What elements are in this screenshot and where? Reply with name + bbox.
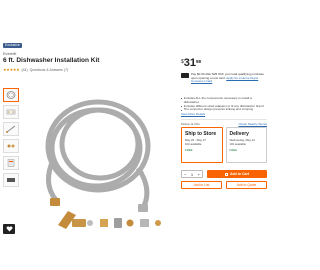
fittings-image (58, 211, 161, 229)
option-title: Ship to Store (185, 131, 217, 137)
pickup-label: Pickup at Orlo (181, 122, 200, 126)
add-to-list-button[interactable]: Add to List (181, 181, 222, 189)
thumb-hose-coil[interactable] (3, 88, 19, 102)
credit-card-icon (181, 73, 189, 78)
quantity-value[interactable]: 1 (191, 172, 193, 177)
price-cents: 98 (196, 59, 202, 64)
add-to-cart-label: Add to Cart (229, 172, 250, 176)
view-more-details-link[interactable]: View More Details (181, 112, 267, 116)
rating-stars[interactable]: ★★★★★ (3, 67, 20, 72)
option-availability: 102 available (185, 141, 202, 146)
option-ship-to-store[interactable]: Ship to Store May 26 - May 27 102 availa… (181, 127, 223, 163)
rating-row[interactable]: ★★★★★ (44) Questions & Answers (7) (3, 67, 68, 72)
product-image[interactable] (34, 88, 166, 218)
bullet-icon (181, 105, 183, 108)
purchase-row: − 1 + Add to Cart (181, 170, 267, 178)
save-favorite-button[interactable] (3, 224, 15, 234)
questions-link[interactable]: Questions & Answers (7) (30, 68, 69, 72)
product-page: Exclusive Everbilt 6 ft. Dishwasher Inst… (0, 0, 270, 270)
thumb-fittings[interactable] (3, 139, 19, 153)
option-price: FREE (229, 148, 237, 153)
bullet-icon (181, 98, 183, 100)
quantity-decrease-button[interactable]: − (184, 172, 186, 177)
option-availability: 102 available (229, 141, 246, 146)
thumbnail-strip (3, 88, 19, 190)
add-to-cart-button[interactable]: Add to Cart (207, 170, 267, 178)
thumb-package[interactable] (3, 156, 19, 170)
pickup-header: Pickup at Orlo Check Nearby Stores (181, 122, 267, 126)
heart-icon (6, 226, 12, 232)
price-whole: 31 (183, 57, 197, 69)
exclusive-badge: Exclusive (3, 43, 22, 48)
add-to-quote-button[interactable]: Add to Quote (226, 181, 267, 189)
quantity-stepper[interactable]: − 1 + (181, 170, 203, 178)
secondary-actions: Add to List Add to Quote (181, 181, 267, 189)
thumb-detail[interactable] (3, 173, 19, 187)
divider (181, 119, 267, 120)
brand-link[interactable]: Everbilt (3, 51, 16, 56)
price: $ 31 98 (181, 57, 202, 69)
product-title: 6 ft. Dishwasher Installation Kit (3, 57, 100, 64)
check-stores-link[interactable]: Check Nearby Stores (238, 122, 267, 126)
quantity-increase-button[interactable]: + (198, 172, 200, 177)
feature-list: Includes ALL the components necessary to… (181, 96, 267, 116)
thumb-hose-ends[interactable] (3, 122, 19, 136)
bullet-icon (181, 109, 183, 111)
rating-count[interactable]: (44) (21, 68, 27, 72)
thumb-kit-contents[interactable] (3, 105, 19, 119)
fulfillment-options: Ship to Store May 26 - May 27 102 availa… (181, 127, 267, 163)
option-price: FREE (185, 148, 193, 153)
option-title: Delivery (229, 131, 249, 137)
option-delivery[interactable]: Delivery Wednesday, May 24 102 available… (225, 127, 267, 163)
cart-icon (224, 172, 229, 176)
credit-card-promo: Pay $0.00 after $25 OFF your total quali… (181, 72, 267, 84)
